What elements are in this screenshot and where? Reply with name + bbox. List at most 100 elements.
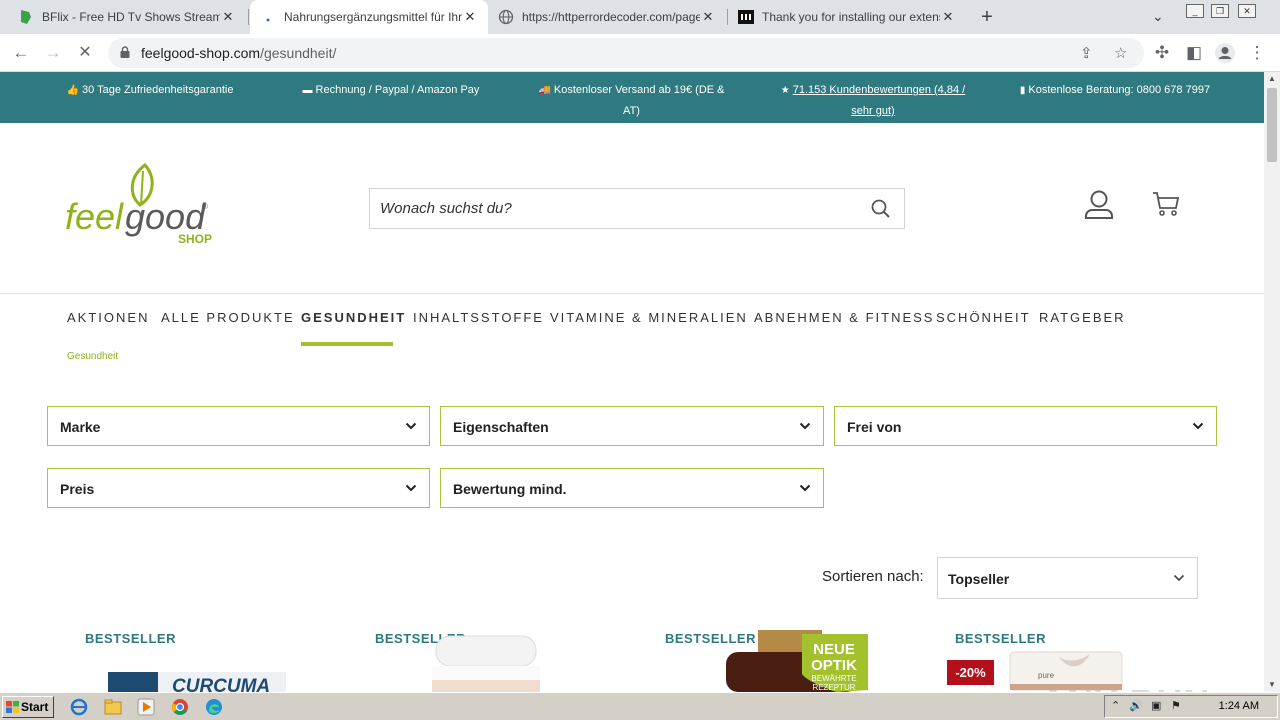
sort-label: Sortieren nach: [822, 568, 924, 585]
extensions-puzzle-icon[interactable]: ✣ [1151, 42, 1173, 64]
bflix-favicon-icon [21, 10, 31, 24]
chevron-down-icon [1173, 574, 1185, 582]
close-window-icon[interactable]: ✕ [1238, 4, 1256, 18]
product-image-brown-jar[interactable]: NEUE OPTIK BEWÄHRTE REZEPTUR [724, 630, 870, 692]
url-domain: feelgood-shop.com [141, 45, 261, 61]
filter-preis[interactable]: Preis [47, 468, 430, 508]
internet-explorer-icon[interactable] [70, 698, 88, 716]
start-button[interactable]: Start [2, 696, 54, 718]
close-tab-icon[interactable]: ✕ [700, 9, 716, 25]
main-navigation: AKTIONEN ALLE PRODUKTE GESUNDHEIT INHALT… [0, 294, 1264, 348]
clock[interactable]: 1:24 AM [1219, 700, 1259, 712]
filter-marke[interactable]: Marke [47, 406, 430, 446]
web-page: 👍 30 Tage Zufriedenheitsgarantie ▬ Rechnun… [0, 72, 1264, 692]
thumbs-up-icon: 👍 [66, 85, 79, 96]
windows-taskbar: Start ⌃ 🔊 ▣ ⚑ 1:24 AM [0, 692, 1280, 720]
tray-expand-icon[interactable]: ⌃ [1111, 699, 1120, 712]
action-center-flag-icon[interactable]: ⚑ [1171, 699, 1181, 712]
nav-item-schoenheit[interactable]: SCHÖNHEIT [936, 310, 1031, 325]
scroll-thumb[interactable] [1267, 88, 1277, 162]
filter-frei-von[interactable]: Frei von [834, 406, 1217, 446]
system-tray: ⌃ 🔊 ▣ ⚑ 1:24 AM [1104, 695, 1278, 718]
search-input[interactable] [370, 189, 850, 228]
nav-item-alle-produkte[interactable]: ALLE PRODUKTE [161, 310, 295, 325]
new-tab-icon[interactable]: + [976, 6, 998, 28]
star-icon: ★ [780, 85, 790, 96]
browser-tab[interactable]: BFlix - Free HD Tv Shows Streaming - BFl… [8, 0, 246, 34]
browser-tab[interactable]: https://httperrordecoder.com/page/ ✕ [488, 0, 726, 34]
restore-icon[interactable]: ❐ [1211, 4, 1229, 18]
logo-shop: SHOP [178, 232, 212, 246]
side-panel-icon[interactable]: ◧ [1183, 42, 1205, 64]
account-icon[interactable] [1084, 189, 1114, 219]
close-tab-icon[interactable]: ✕ [462, 9, 478, 25]
nav-item-vitamine-mineralien[interactable]: VITAMINE & MINERALIEN [550, 310, 748, 325]
breadcrumb[interactable]: Gesundheit [67, 351, 118, 362]
usp-text: Kostenloser Versand ab 19€ (DE & AT) [553, 84, 725, 117]
address-bar[interactable]: feelgood-shop.com/gesundheit/ ⇪ ☆ [108, 38, 1144, 68]
svg-text:®: ® [202, 202, 208, 211]
page-scrollbar[interactable]: ▲ ▼ [1264, 72, 1280, 692]
stop-loading-icon[interactable]: ✕ [74, 42, 96, 64]
scroll-down-arrow-icon[interactable]: ▼ [1264, 678, 1280, 692]
nav-item-abnehmen-fitness[interactable]: ABNEHMEN & FITNESS [754, 310, 934, 325]
sort-value: Topseller [948, 571, 1010, 587]
browser-tab-active[interactable]: Nahrungsergänzungsmittel für Ihre Gesund… [250, 0, 488, 34]
usp-text: Kostenlose Beratung: 0800 678 7997 [1028, 84, 1211, 96]
volume-icon[interactable]: 🔊 [1129, 699, 1143, 712]
curcuma-label: CURCUMA [172, 676, 270, 692]
chrome-icon[interactable] [171, 698, 189, 716]
minimize-icon[interactable]: _ [1186, 4, 1204, 18]
nav-item-ratgeber[interactable]: RATGEBER [1039, 310, 1126, 325]
bookmark-star-icon[interactable]: ☆ [1114, 44, 1127, 62]
usp-payment: ▬ Rechnung / Paypal / Amazon Pay [296, 80, 486, 101]
filter-bewertung[interactable]: Bewertung mind. [440, 468, 824, 508]
filter-label: Marke [60, 419, 101, 435]
product-image-jar-white[interactable] [432, 634, 540, 692]
tab-separator [248, 9, 249, 25]
search-icon[interactable] [871, 199, 890, 218]
url-path: /gesundheit/ [260, 45, 337, 61]
filter-eigenschaften[interactable]: Eigenschaften [440, 406, 824, 446]
usp-text: 30 Tage Zufriedenheitsgarantie [81, 84, 234, 96]
url-text: feelgood-shop.com/gesundheit/ [141, 45, 336, 61]
new-look-label: BEWÄHRTE [811, 674, 856, 683]
network-icon[interactable]: ▣ [1151, 699, 1161, 712]
bestseller-badge: BESTSELLER [955, 631, 1046, 646]
edge-icon[interactable] [205, 698, 223, 716]
search-box[interactable] [369, 188, 905, 229]
globe-icon [498, 9, 514, 25]
discount-badge: -20% [947, 660, 994, 685]
back-arrow-icon[interactable]: ← [10, 42, 32, 64]
filter-label: Eigenschaften [453, 419, 549, 435]
usp-reviews-link[interactable]: ★ 71.153 Kundenbewertungen (4,84 / sehr g… [775, 80, 971, 121]
sort-select[interactable]: Topseller [937, 557, 1198, 599]
scroll-up-arrow-icon[interactable]: ▲ [1264, 72, 1280, 86]
close-tab-icon[interactable]: ✕ [940, 9, 956, 25]
tab-search-chevron-icon[interactable]: ⌄ [1152, 8, 1164, 25]
nav-item-inhaltsstoffe[interactable]: INHALTSSTOFFE [413, 310, 544, 325]
nav-item-aktionen[interactable]: AKTIONEN [67, 310, 149, 325]
profile-avatar-icon[interactable] [1214, 42, 1236, 64]
share-icon[interactable]: ⇪ [1080, 44, 1093, 62]
tab-title: Nahrungsergänzungsmittel für Ihre Gesund… [284, 10, 462, 24]
forward-arrow-icon[interactable]: → [42, 42, 64, 64]
start-label: Start [21, 700, 49, 714]
extension-favicon-icon [738, 10, 754, 24]
browser-tab[interactable]: Thank you for installing our extension! … [728, 0, 966, 34]
chevron-down-icon [1192, 422, 1204, 430]
lock-icon [120, 46, 130, 58]
cart-icon[interactable] [1152, 191, 1180, 217]
product-image-curcuma[interactable]: CURCUMA [108, 672, 286, 692]
nav-item-gesundheit[interactable]: GESUNDHEIT [301, 310, 406, 325]
chevron-down-icon [405, 422, 417, 430]
browser-menu-icon[interactable]: ⋮ [1246, 42, 1268, 64]
active-nav-indicator [301, 342, 393, 346]
filter-label: Frei von [847, 419, 902, 435]
feelgood-logo[interactable]: feel good ® SHOP [65, 161, 215, 251]
chat-icon: ▮ [1019, 85, 1026, 96]
file-explorer-icon[interactable] [104, 698, 122, 716]
close-tab-icon[interactable]: ✕ [220, 9, 236, 25]
logo-feel: feel [65, 196, 124, 237]
media-player-icon[interactable] [137, 698, 155, 716]
